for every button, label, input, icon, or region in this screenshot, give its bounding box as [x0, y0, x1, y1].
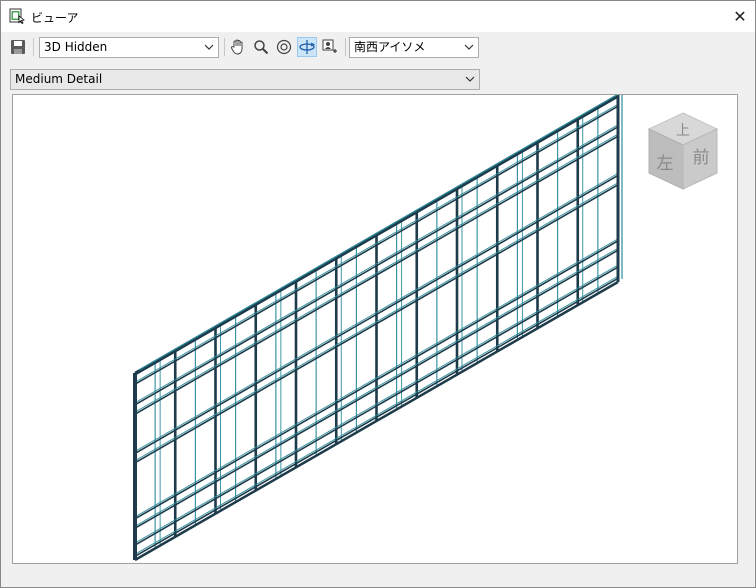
chevron-down-icon [204, 44, 214, 50]
toolbar-separator [345, 38, 346, 56]
viewer-app-icon [9, 8, 25, 25]
viewcube-front-label: 前 [693, 148, 710, 168]
orbit-button[interactable] [297, 37, 317, 57]
zoom-fit-icon [276, 39, 292, 55]
view-orientation-value: 南西アイソメ [354, 40, 426, 54]
zoom-button[interactable] [251, 37, 271, 57]
detail-level-value: Medium Detail [15, 72, 103, 86]
walkthrough-button[interactable] [320, 37, 340, 57]
visual-style-dropdown[interactable]: 3D Hidden [39, 37, 219, 58]
window-title: ビューア [31, 11, 79, 25]
detail-level-dropdown[interactable]: Medium Detail [10, 69, 480, 90]
status-bar [1, 567, 755, 587]
pan-button[interactable] [228, 37, 248, 57]
camera-person-icon [322, 39, 337, 53]
viewcube-top-label: 上 [676, 123, 690, 139]
3d-viewport[interactable]: 上 左 前 [12, 94, 738, 564]
title-bar: ビューア ✕ [1, 1, 755, 32]
viewcube[interactable]: 上 左 前 [643, 107, 723, 197]
close-button[interactable]: ✕ [725, 1, 755, 32]
chevron-down-icon [465, 76, 475, 82]
toolbar: 3D Hidden 南西アイソメ [1, 34, 755, 62]
magnifier-icon [254, 40, 269, 55]
hand-icon [230, 39, 243, 55]
viewer-window: ビューア ✕ 3D Hidden 南西アイソメ Medium Detail 上 … [0, 0, 756, 588]
visual-style-value: 3D Hidden [44, 40, 108, 54]
toolbar-separator [33, 38, 34, 56]
zoom-fit-button[interactable] [274, 37, 294, 57]
viewcube-left-label: 左 [657, 154, 674, 174]
close-icon: ✕ [733, 8, 747, 26]
curtain-wall-model [133, 95, 623, 562]
save-button[interactable] [8, 37, 28, 57]
save-icon [11, 40, 25, 54]
view-orientation-dropdown[interactable]: 南西アイソメ [349, 37, 479, 58]
chevron-down-icon [464, 44, 474, 50]
toolbar-separator [224, 38, 225, 56]
orbit-icon [299, 40, 316, 54]
